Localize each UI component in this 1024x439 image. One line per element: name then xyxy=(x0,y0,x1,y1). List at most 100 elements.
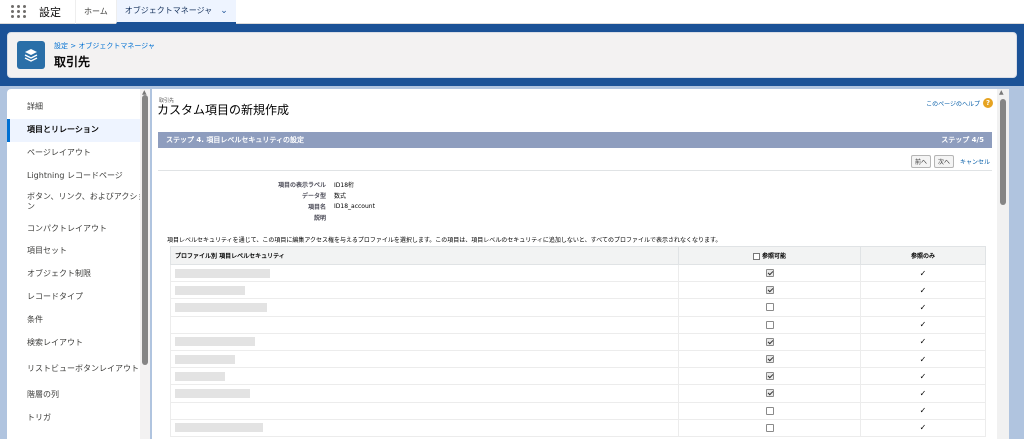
profile-cell xyxy=(170,315,679,334)
sidebar-item-object-limits[interactable]: オブジェクト制限 xyxy=(7,263,150,286)
readonly-check-icon[interactable]: ✓ xyxy=(920,320,927,329)
profile-cell xyxy=(170,349,679,369)
profile-cell xyxy=(170,418,679,437)
sidebar-item-fields-relationships[interactable]: 項目とリレーション xyxy=(7,118,150,142)
sidebar-scrollbar[interactable]: ▲ xyxy=(140,89,150,439)
tab-object-manager[interactable]: オブジェクトマネージャ ⌄ xyxy=(115,0,236,24)
profile-cell xyxy=(170,367,679,386)
visible-checkbox[interactable] xyxy=(765,286,774,295)
visible-checkbox[interactable] xyxy=(765,389,774,398)
readonly-cell: ✓ xyxy=(860,263,986,283)
col-visible-header: 参照可能 xyxy=(678,246,861,265)
sidebar-item-lightning-record-pages[interactable]: Lightning レコードページ xyxy=(7,164,150,187)
sidebar-item-label: 検索レイアウト xyxy=(27,337,83,347)
redacted-profile-name xyxy=(175,423,263,433)
sidebar-scrollbar-thumb[interactable] xyxy=(142,95,148,365)
col-profile-header: プロファイル別 項目レベルセキュリティ xyxy=(170,246,679,265)
field-row: 項目名 ID18_account xyxy=(158,201,558,212)
instruction-text: 項目レベルセキュリティを通じて、この項目に編集アクセス権を与えるプロファイルを選… xyxy=(167,237,722,244)
table-header-row: プロファイル別 項目レベルセキュリティ 参照可能 参照のみ xyxy=(170,246,986,265)
visible-cell xyxy=(678,298,861,317)
profile-cell xyxy=(170,332,679,351)
visible-checkbox[interactable] xyxy=(765,320,774,329)
table-row: ✓ xyxy=(170,263,986,283)
main-scrollbar[interactable]: ▲ xyxy=(997,89,1009,439)
col-visible-label: 参照可能 xyxy=(761,253,786,260)
prev-button[interactable]: 前へ xyxy=(910,155,931,168)
profile-cell xyxy=(170,263,679,283)
sidebar-item-label: ページレイアウト xyxy=(27,147,91,157)
table-row: ✓ xyxy=(170,332,986,351)
sidebar-item-label: オブジェクト制限 xyxy=(27,269,91,279)
sidebar-item-label: ボタン、リンク、およびアクション xyxy=(27,192,146,212)
profile-cell xyxy=(170,384,679,403)
visible-cell xyxy=(678,401,861,420)
help-link-label: このページのヘルプ xyxy=(926,100,980,108)
sidebar-item-compact-layouts[interactable]: コンパクトレイアウト xyxy=(7,217,150,240)
readonly-check-icon[interactable]: ✓ xyxy=(920,303,927,312)
readonly-cell: ✓ xyxy=(860,281,986,300)
breadcrumb[interactable]: 設定 > オブジェクトマネージャ xyxy=(54,41,155,51)
main-content: 取引先 カスタム項目の新規作成 このページのヘルプ? ステップ 4. 項目レベル… xyxy=(152,89,997,439)
help-icon[interactable]: ? xyxy=(983,98,993,108)
visible-checkbox[interactable] xyxy=(765,372,774,381)
scroll-up-arrow-icon[interactable]: ▲ xyxy=(999,89,1004,96)
sidebar-item-record-types[interactable]: レコードタイプ xyxy=(7,286,150,309)
table-row: ✓ xyxy=(170,418,986,437)
visible-checkbox[interactable] xyxy=(765,355,774,364)
visible-checkbox[interactable] xyxy=(765,337,774,346)
wizard-title: カスタム項目の新規作成 xyxy=(157,103,290,117)
redacted-profile-name xyxy=(175,302,267,312)
tab-home-label: ホーム xyxy=(84,7,108,16)
sidebar-item-page-layouts[interactable]: ページレイアウト xyxy=(7,142,150,165)
sidebar-item-conditions[interactable]: 条件 xyxy=(7,308,150,331)
readonly-check-icon[interactable]: ✓ xyxy=(920,337,927,346)
readonly-check-icon[interactable]: ✓ xyxy=(920,423,927,432)
readonly-check-icon[interactable]: ✓ xyxy=(920,389,927,398)
cancel-link[interactable]: キャンセル xyxy=(960,157,990,166)
tab-object-manager-label: オブジェクトマネージャ xyxy=(124,6,213,15)
readonly-cell: ✓ xyxy=(860,298,986,317)
readonly-check-icon[interactable]: ✓ xyxy=(920,406,927,415)
layers-icon xyxy=(17,41,45,69)
visible-cell xyxy=(678,384,861,403)
visible-checkbox[interactable] xyxy=(765,406,774,415)
chevron-down-icon[interactable]: ⌄ xyxy=(220,6,228,16)
divider xyxy=(158,170,992,171)
readonly-check-icon[interactable]: ✓ xyxy=(920,269,927,278)
tab-home[interactable]: ホーム xyxy=(75,0,116,24)
help-link[interactable]: このページのヘルプ? xyxy=(926,98,993,108)
redacted-profile-name xyxy=(175,268,270,278)
sidebar-item-field-sets[interactable]: 項目セット xyxy=(7,240,150,263)
readonly-cell: ✓ xyxy=(860,401,986,420)
field-label: 項目の表示ラベル xyxy=(277,182,326,189)
next-button[interactable]: 次へ xyxy=(933,155,954,168)
sidebar-item-triggers[interactable]: トリガ xyxy=(7,407,150,430)
field-label: 項目名 xyxy=(307,204,326,211)
profile-cell xyxy=(170,401,679,420)
visible-checkbox[interactable] xyxy=(765,269,774,278)
readonly-check-icon[interactable]: ✓ xyxy=(920,286,927,295)
sidebar-item-buttons-links-actions[interactable]: ボタン、リンク、およびアクション xyxy=(7,187,150,217)
readonly-check-icon[interactable]: ✓ xyxy=(920,372,927,381)
table-row: ✓ xyxy=(170,315,986,334)
sidebar-item-label: Lightning レコードページ xyxy=(27,170,123,180)
page-title: 取引先 xyxy=(54,54,91,69)
visible-checkbox[interactable] xyxy=(765,303,774,312)
app-launcher-icon[interactable] xyxy=(11,4,27,20)
redacted-profile-name xyxy=(175,354,235,364)
sidebar-item-details[interactable]: 詳細 xyxy=(7,96,150,119)
sidebar-item-list-view-button-layout[interactable]: リストビューボタンレイアウト xyxy=(7,354,150,384)
sidebar-item-hierarchy-columns[interactable]: 階層の列 xyxy=(7,384,150,407)
field-summary: 項目の表示ラベル ID18桁 データ型 数式 項目名 ID18_account 説明 xyxy=(158,179,558,223)
main-scrollbar-thumb[interactable] xyxy=(1000,99,1006,205)
table-row: ✓ xyxy=(170,401,986,420)
readonly-check-icon[interactable]: ✓ xyxy=(920,355,927,364)
select-all-visible-checkbox[interactable] xyxy=(752,253,760,260)
visible-cell xyxy=(678,418,861,437)
profile-cell xyxy=(170,281,679,300)
sidebar-item-search-layouts[interactable]: 検索レイアウト xyxy=(7,331,150,354)
visible-checkbox[interactable] xyxy=(765,423,774,432)
table-row: ✓ xyxy=(170,298,986,317)
wizard-buttons: 前へ 次へ キャンセル xyxy=(910,155,990,168)
